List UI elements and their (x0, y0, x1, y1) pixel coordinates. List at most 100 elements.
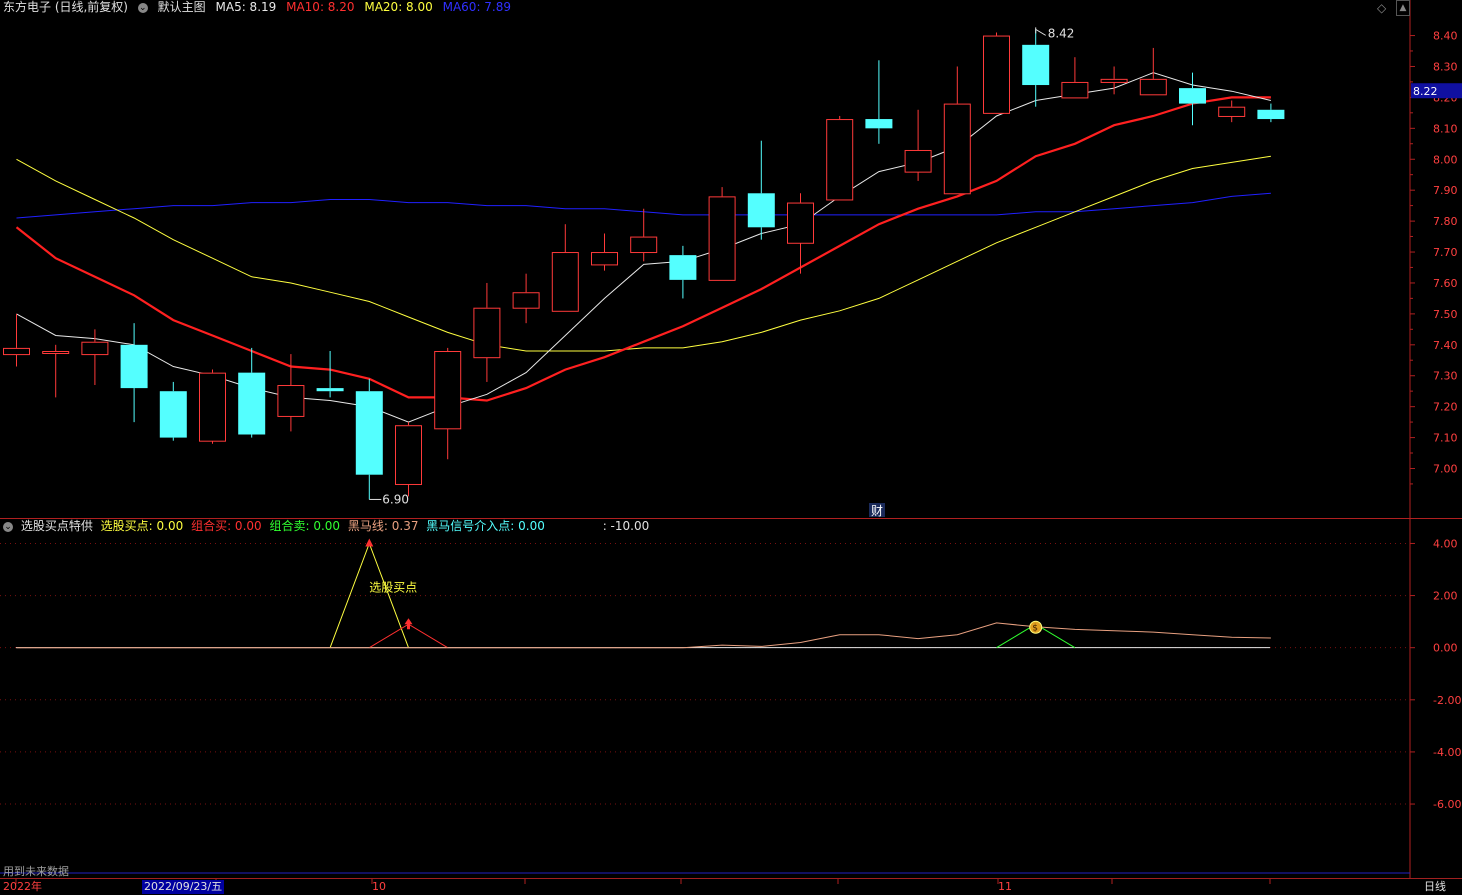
hmx-line (16, 622, 1271, 649)
price-tick-label: 8.30 (1433, 60, 1458, 73)
candle (630, 208, 658, 262)
date-cursor-label: 2022/09/23/五 (142, 880, 225, 894)
candle-body (669, 255, 697, 280)
chart-canvas[interactable]: 8.408.308.208.108.007.907.807.707.607.50… (0, 0, 1462, 894)
candle-body (238, 372, 266, 435)
candle (120, 323, 148, 423)
settings-circle-icon[interactable]: ⌄ (3, 521, 13, 532)
current-price-tag-label: 8.22 (1413, 85, 1438, 98)
candle-body (159, 391, 187, 438)
candle-body (904, 149, 932, 173)
scroll-up-icon[interactable]: ▲ (1396, 0, 1410, 16)
price-tick-label: 7.40 (1433, 339, 1458, 352)
candle-body (42, 351, 70, 354)
candle (1257, 103, 1285, 123)
indicator-tick-label: -4.00 (1433, 746, 1461, 759)
indicator-tick-label: 2.00 (1433, 590, 1458, 603)
ma60-label: MA60: 7.89 (442, 0, 512, 14)
high-price-label: 8.42 (1048, 26, 1075, 40)
hmxh-label: 黑马信号介入点: 0.00 (426, 519, 545, 533)
candle-body (199, 372, 226, 442)
candle-body (277, 385, 305, 417)
candle (3, 313, 30, 367)
candle (943, 66, 971, 195)
price-tick-label: 7.90 (1433, 184, 1458, 197)
candle-body (1257, 109, 1285, 120)
template-name[interactable]: 默认主图 (158, 0, 206, 14)
price-tick-label: 7.80 (1433, 215, 1458, 228)
candle-body (865, 119, 893, 129)
candle-body (434, 351, 462, 430)
candle (159, 381, 187, 441)
candle (434, 347, 462, 460)
price-tick-label: 7.10 (1433, 432, 1458, 445)
candle (708, 187, 736, 281)
candle-body (1022, 44, 1050, 86)
price-tick-label: 7.60 (1433, 277, 1458, 290)
main-chart-header: 东方电子 (日线,前复权) ⌄ 默认主图 MA5: 8.19 MA10: 8.2… (0, 0, 1410, 16)
zhm-label: 组合买: 0.00 (191, 519, 262, 533)
price-tick-label: 8.10 (1433, 122, 1458, 135)
candle-body (826, 119, 854, 201)
period-tab[interactable]: 日线 (1424, 880, 1446, 894)
future-data-note: 用到未来数据 (3, 865, 69, 878)
candle (1139, 47, 1167, 96)
indicator-tick-label: -6.00 (1433, 798, 1461, 811)
extra-label: : -10.00 (602, 519, 650, 533)
candle-body (551, 252, 579, 312)
candle (1100, 66, 1128, 95)
ma5-label: MA5: 8.19 (215, 0, 277, 14)
indicator-name[interactable]: 选股买点特供 (21, 519, 93, 533)
zhmai-label: 组合卖: 0.00 (269, 519, 341, 533)
candle-body (316, 388, 344, 392)
buy-arrow-icon (365, 538, 374, 547)
candle (826, 115, 854, 201)
price-tick-label: 7.70 (1433, 246, 1458, 259)
candle-body (630, 236, 658, 254)
xgmd-line (329, 542, 409, 648)
stock-title[interactable]: 东方电子 (日线,前复权) (3, 0, 128, 14)
hmx-label: 黑马线: 0.37 (347, 519, 419, 533)
diamond-icon[interactable]: ◇ (1377, 1, 1386, 15)
candle-body (395, 425, 422, 485)
xgmd-label: 选股买点: 0.00 (100, 519, 184, 533)
candle-body (1218, 106, 1246, 117)
candle-body (1100, 78, 1128, 83)
candle-body (473, 307, 501, 359)
candle (865, 60, 893, 144)
candle-body (787, 202, 814, 244)
candle (1061, 57, 1089, 99)
price-tick-label: 8.00 (1433, 153, 1458, 166)
candle (1218, 100, 1246, 123)
price-tick-label: 7.20 (1433, 401, 1458, 414)
dropdown-circle-icon[interactable]: ⌄ (137, 2, 148, 13)
candle (1022, 29, 1050, 107)
candle-body (1179, 88, 1206, 104)
buy-point-label: 选股买点 (369, 580, 417, 594)
candle (395, 422, 422, 497)
candle (316, 351, 344, 398)
candle-body (983, 35, 1010, 114)
low-price-label: 6.90 (382, 492, 409, 506)
candle (355, 378, 383, 500)
candle (904, 109, 932, 181)
candle (747, 140, 775, 240)
ma10-label: MA10: 8.20 (286, 0, 355, 14)
candle (551, 224, 579, 312)
indicator-tick-label: 0.00 (1433, 642, 1458, 655)
indicator-tick-label: 4.00 (1433, 537, 1458, 550)
candle (473, 282, 501, 382)
candle (199, 369, 226, 444)
indicator-tick-label: -2.00 (1433, 694, 1461, 707)
ma20-label: MA20: 8.00 (364, 0, 433, 14)
candle-body (512, 292, 540, 309)
price-tick-label: 7.50 (1433, 308, 1458, 321)
money-bag-symbol: $ (1032, 624, 1038, 634)
candle-body (591, 252, 618, 266)
month-11-label: 11 (998, 880, 1012, 893)
indicator-header: ⌄ 选股买点特供 选股买点: 0.00 组合买: 0.00 组合卖: 0.00 … (0, 519, 1410, 535)
candle (591, 233, 618, 271)
combo-buy-arrow-icon (404, 618, 413, 630)
candle-body (120, 344, 148, 389)
candle (1179, 72, 1206, 126)
